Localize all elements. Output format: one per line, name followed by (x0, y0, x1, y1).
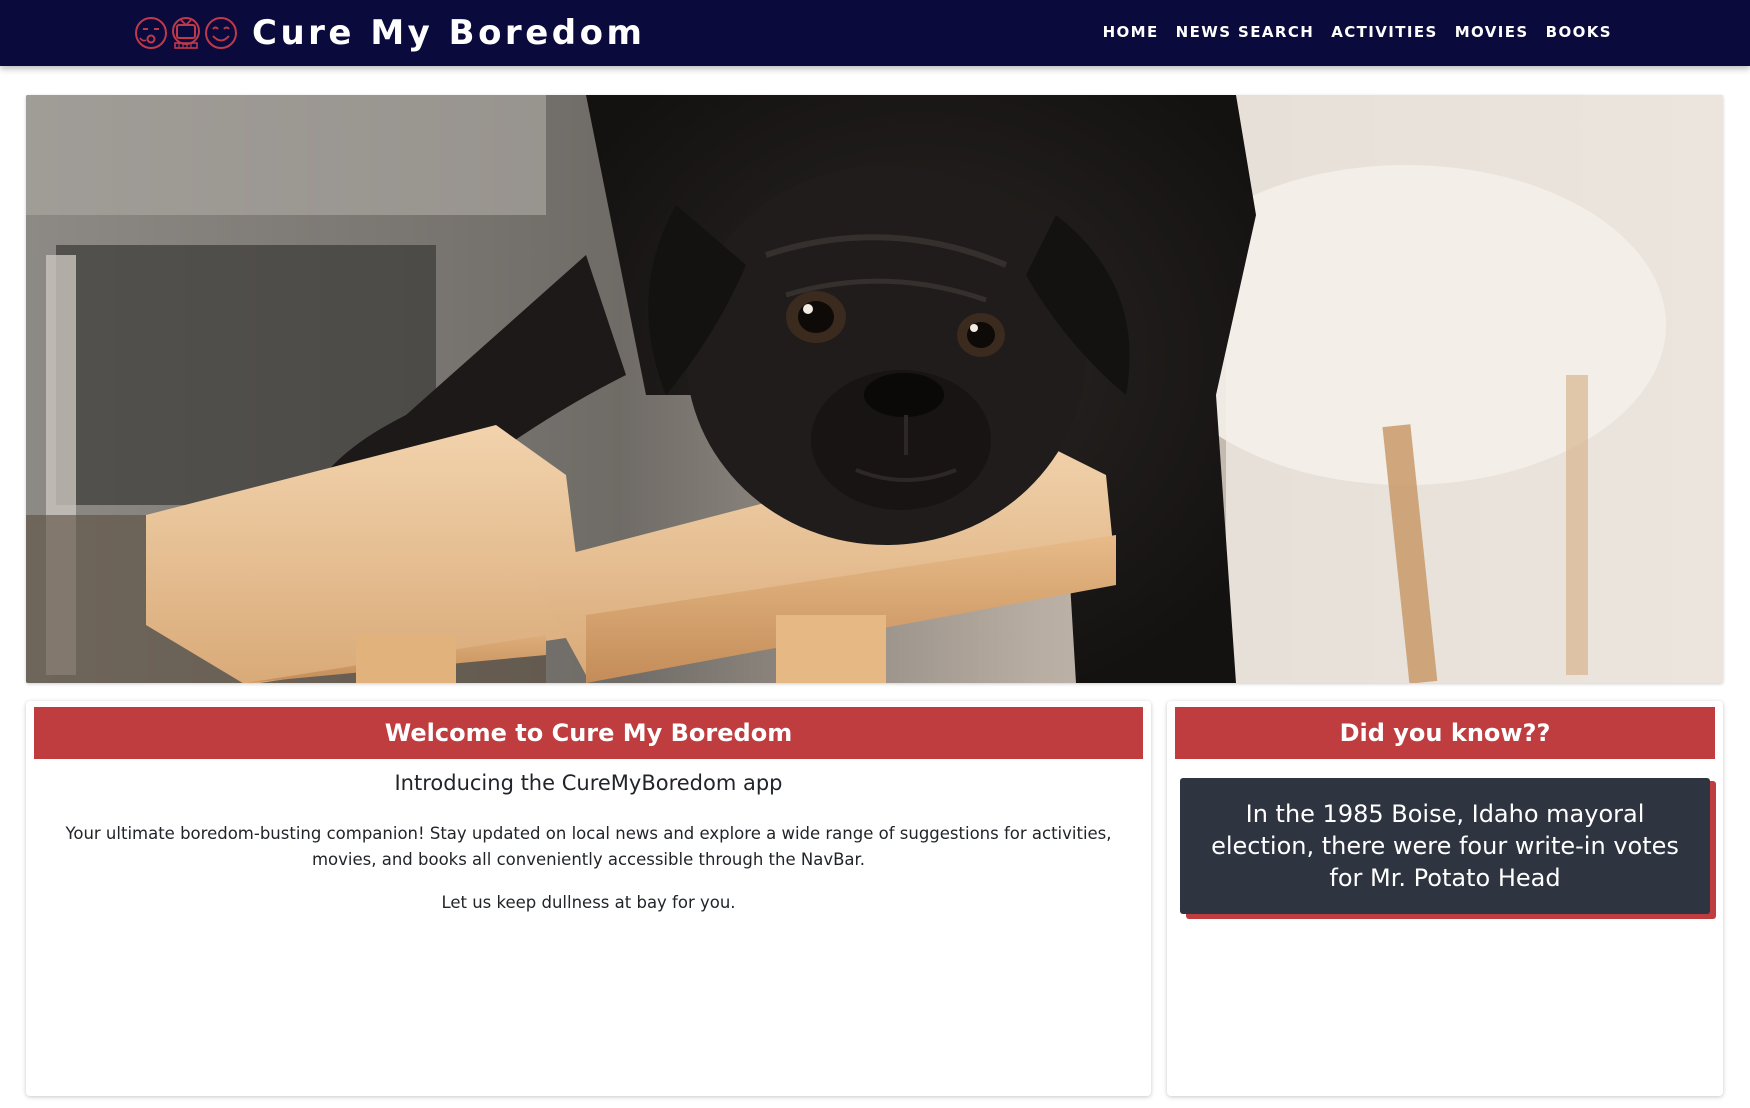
welcome-subheading: Introducing the CureMyBoredom app (394, 771, 783, 795)
nav-link-books[interactable]: Books (1546, 23, 1612, 41)
brand-logo (134, 16, 238, 50)
welcome-tagline: Let us keep dullness at bay for you. (441, 893, 736, 912)
brand-title: Cure My Boredom (252, 13, 646, 53)
nav-link-activities[interactable]: Activities (1331, 23, 1437, 41)
welcome-heading: Welcome to Cure My Boredom (34, 707, 1143, 759)
tv-icon (172, 17, 200, 49)
happy-face-icon (205, 17, 237, 49)
nav-link-movies[interactable]: Movies (1455, 23, 1529, 41)
hero-image (26, 95, 1723, 683)
bored-face-icon (135, 17, 167, 49)
brand-link[interactable]: Cure My Boredom (134, 11, 645, 55)
navbar: Cure My Boredom Home News Search Activit… (0, 0, 1750, 66)
nav-links: Home News Search Activities Movies Books (1103, 0, 1612, 64)
welcome-card: Welcome to Cure My Boredom Introducing t… (26, 701, 1151, 1096)
pug-photo (26, 95, 1723, 683)
fact-text: In the 1985 Boise, Idaho mayoral electio… (1180, 778, 1710, 914)
fact-card: Did you know?? In the 1985 Boise, Idaho … (1167, 701, 1723, 1096)
welcome-body: Your ultimate boredom-busting companion!… (65, 824, 1112, 869)
fact-heading: Did you know?? (1175, 707, 1715, 759)
nav-link-news-search[interactable]: News Search (1176, 23, 1315, 41)
nav-link-home[interactable]: Home (1103, 23, 1159, 41)
